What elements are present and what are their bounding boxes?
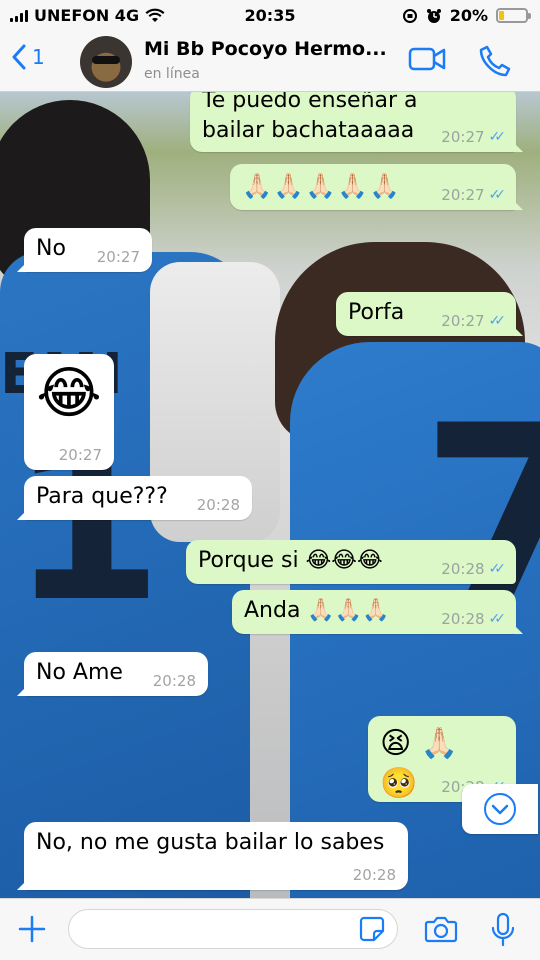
battery-icon [496,8,531,23]
message-text: Te puedo enseñar a bailar bachataaaaa [202,92,418,143]
message-bubble-incoming[interactable]: No 20:27 [17,228,152,272]
battery-fill [499,11,505,20]
message-time: 20:27 ✓✓ [441,186,507,204]
microphone-button[interactable] [490,912,516,952]
phone-call-button[interactable] [478,44,512,82]
chevron-down-icon [484,793,516,825]
camera-icon [424,916,458,943]
read-ticks-icon: ✓✓ [488,313,507,329]
message-bubble-incoming-emoji[interactable]: 😂 20:27 [24,354,114,470]
attach-button[interactable] [16,913,48,949]
back-button[interactable]: 1 [12,44,45,70]
message-bubble-outgoing[interactable]: Te puedo enseñar a bailar bachataaaaa 20… [190,92,523,152]
camera-button[interactable] [424,914,458,948]
message-bubble-incoming[interactable]: No Ame 20:28 [17,652,208,696]
chat-header: 1 Mi Bb Pocoyo Hermo... en línea [0,30,540,92]
chat-area[interactable]: 1 7 EMI Te puedo enseñar a bailar bachat… [0,92,540,898]
scroll-to-bottom-button[interactable] [462,784,538,834]
message-bubble-incoming[interactable]: No, no me gusta bailar lo sabes 20:28 [17,822,408,890]
message-bubble-outgoing[interactable]: Porfa 20:27 ✓✓ [336,292,523,336]
message-text: No, no me gusta bailar lo sabes [36,830,385,855]
message-time: 20:27 ✓✓ [441,312,507,330]
video-call-icon [408,47,446,71]
message-bubble-outgoing[interactable]: 🙏🏻🙏🏻🙏🏻🙏🏻🙏🏻 20:27 ✓✓ [230,164,523,210]
battery-percent: 20% [449,6,488,25]
message-time: 20:28 [196,496,240,514]
message-emoji: 😂 [36,361,102,426]
rotation-lock-icon [402,8,417,23]
message-time: 20:27 [96,248,140,266]
message-time: 20:27 ✓✓ [441,128,507,146]
alarm-icon [426,8,441,23]
avatar[interactable] [80,36,132,88]
avatar-glasses [92,56,120,64]
read-ticks-icon: ✓✓ [488,187,507,203]
microphone-icon [491,912,515,947]
chevron-left-icon [12,44,26,70]
input-bar [0,898,540,960]
sticker-button[interactable] [358,915,386,947]
phone-icon [479,45,511,77]
message-time: 20:28 [352,866,396,884]
plus-icon [18,915,46,943]
contact-name[interactable]: Mi Bb Pocoyo Hermo... [144,38,387,60]
contact-status: en línea [144,66,200,82]
message-input[interactable] [68,909,398,949]
status-right: 20% [402,6,531,25]
message-bubble-outgoing[interactable]: Porque si 😂😂😂 20:28 ✓✓ [186,540,516,584]
unread-count: 1 [32,45,45,69]
message-bubble-incoming[interactable]: Para que??? 20:28 [17,476,252,520]
video-call-button[interactable] [408,44,448,78]
read-ticks-icon: ✓✓ [488,611,507,627]
read-ticks-icon: ✓✓ [488,129,507,145]
status-bar: UNEFON 4G 20:35 20% [0,0,540,30]
sticker-icon [359,916,385,942]
message-time: 20:27 [58,446,102,464]
message-time: 20:28✓✓ [441,560,507,578]
message-bubble-outgoing[interactable]: Anda 🙏🏻🙏🏻🙏🏻 20:28 ✓✓ [232,590,523,634]
message-time: 20:28 [152,672,196,690]
read-ticks-icon: ✓✓ [488,561,507,577]
message-time: 20:28✓✓ [441,610,507,628]
